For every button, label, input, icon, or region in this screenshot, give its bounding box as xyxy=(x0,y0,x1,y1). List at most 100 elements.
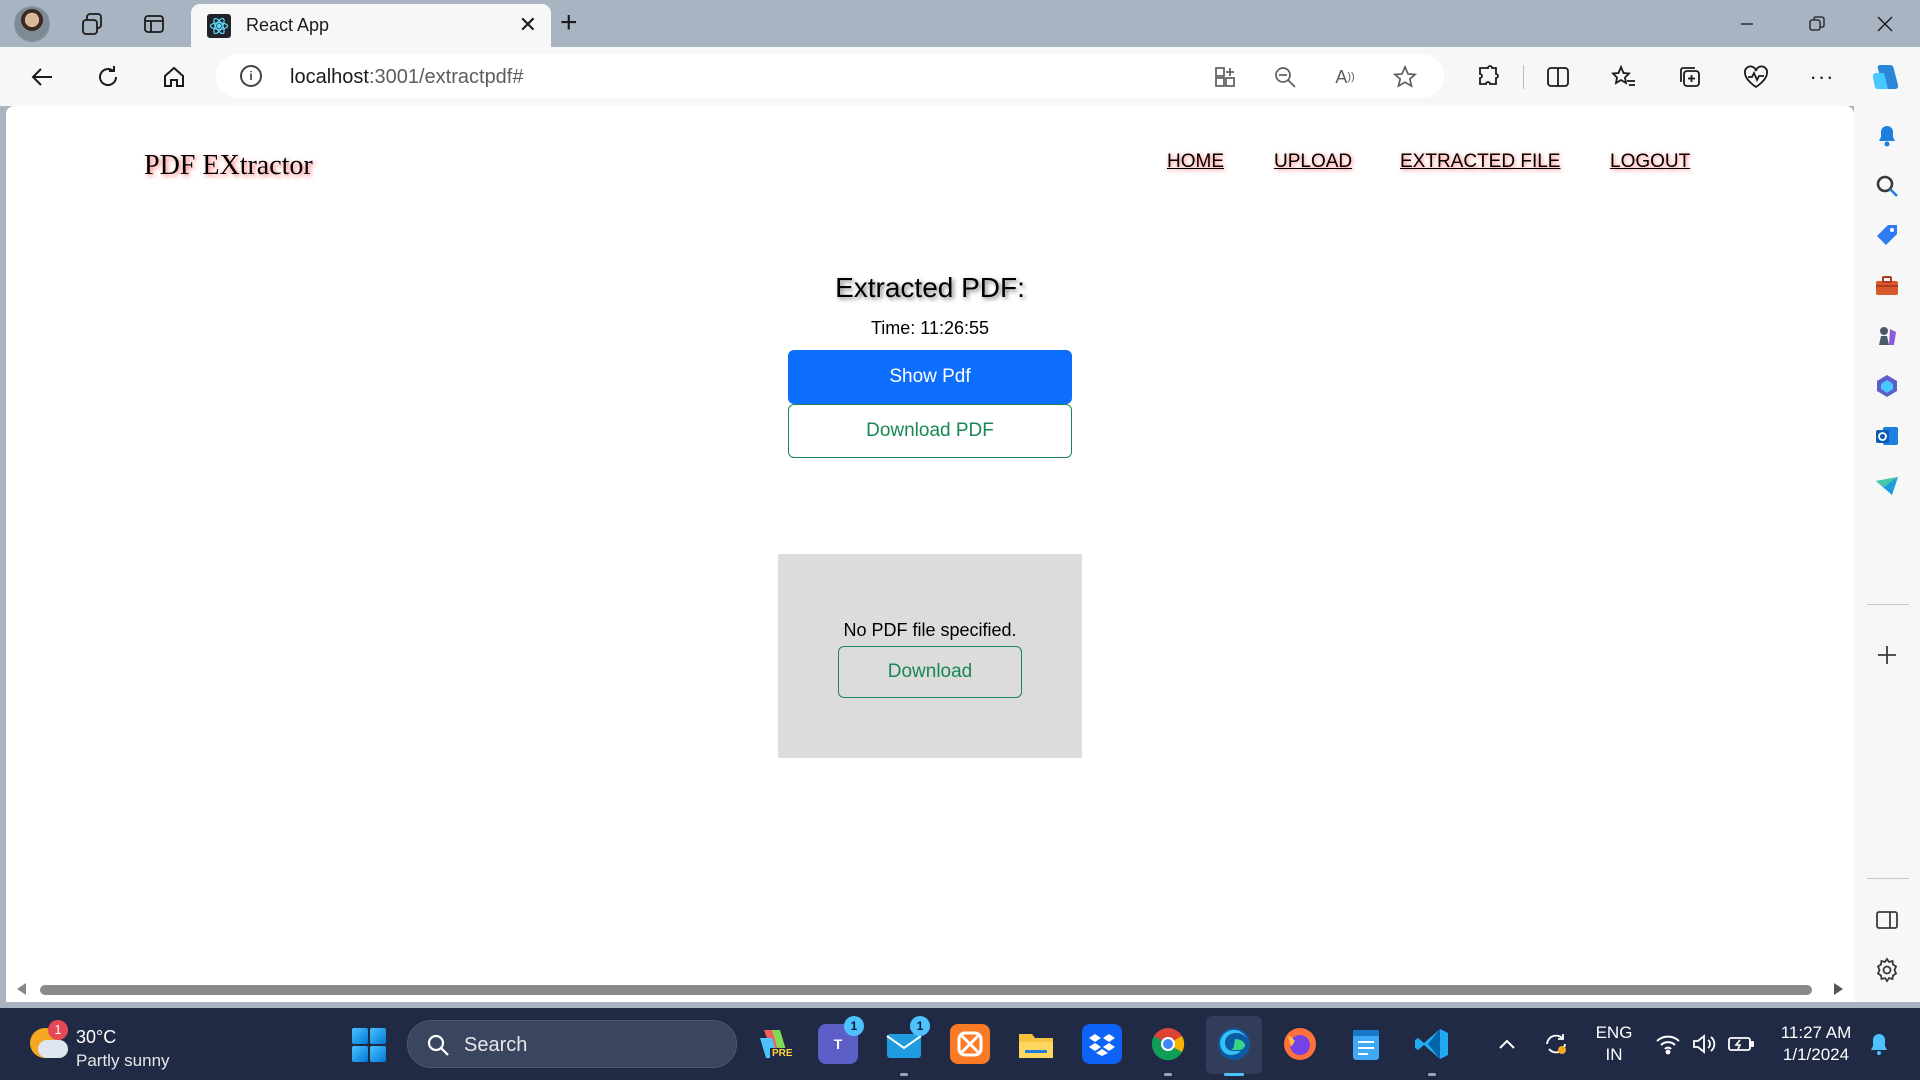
collections-icon[interactable] xyxy=(1670,57,1710,97)
extraction-time: Time: 11:26:55 xyxy=(870,318,990,338)
brand-logo[interactable]: PDF EXtractor xyxy=(144,150,313,182)
send-drop-icon[interactable] xyxy=(1873,472,1901,500)
battery-icon[interactable] xyxy=(1726,1008,1756,1080)
tab-react-app[interactable]: React App ✕ xyxy=(191,4,551,47)
download-button[interactable]: Download xyxy=(838,646,1022,698)
close-window-icon[interactable] xyxy=(1860,10,1910,38)
chrome-running-indicator xyxy=(1164,1073,1172,1076)
scroll-left-icon[interactable] xyxy=(17,983,26,995)
back-icon[interactable] xyxy=(22,57,62,97)
tab-actions-icon[interactable] xyxy=(134,8,174,40)
clock-time: 11:27 AM xyxy=(1780,1023,1852,1042)
nav-extracted-file-link[interactable]: EXTRACTED FILE xyxy=(1400,151,1560,173)
sidebar-settings-gear-icon[interactable] xyxy=(1873,956,1901,984)
restore-icon[interactable] xyxy=(1792,10,1842,38)
copilot-icon[interactable] xyxy=(1866,57,1906,97)
workspaces-icon[interactable] xyxy=(72,8,112,40)
chrome-icon[interactable] xyxy=(1148,1024,1188,1076)
extensions-icon[interactable] xyxy=(1468,57,1508,97)
nav-home-link[interactable]: HOME xyxy=(1167,151,1224,173)
start-button-windows-icon[interactable] xyxy=(352,1028,386,1062)
no-pdf-message: No PDF file specified. xyxy=(843,620,1017,640)
pdf-viewer-placeholder: No PDF file specified. Download xyxy=(778,554,1082,758)
minimize-icon[interactable] xyxy=(1722,10,1772,38)
app-available-icon[interactable] xyxy=(1210,62,1240,92)
dropbox-icon[interactable] xyxy=(1082,1024,1122,1064)
firefox-icon[interactable] xyxy=(1280,1024,1320,1064)
games-chess-icon[interactable] xyxy=(1873,322,1901,350)
split-screen-icon[interactable] xyxy=(1538,57,1578,97)
microsoft-365-icon[interactable] xyxy=(1873,372,1901,400)
favorite-star-icon[interactable] xyxy=(1390,62,1420,92)
teams-badge: 1 xyxy=(844,1016,864,1036)
show-hidden-icons-chevron-icon[interactable] xyxy=(1496,1008,1518,1080)
title-bar: React App ✕ + xyxy=(0,0,1920,47)
notification-bell-icon[interactable] xyxy=(1866,1008,1892,1080)
search-label: Search xyxy=(464,1034,528,1056)
read-aloud-icon[interactable]: A)) xyxy=(1330,62,1360,92)
shopping-tag-icon[interactable] xyxy=(1873,222,1901,250)
volume-icon[interactable] xyxy=(1690,1008,1718,1080)
tab-title: React App xyxy=(246,15,330,35)
download-pdf-button[interactable]: Download PDF xyxy=(788,404,1072,458)
wifi-icon[interactable] xyxy=(1654,1008,1682,1080)
add-sidebar-app-icon[interactable] xyxy=(1873,641,1901,669)
close-tab-icon[interactable]: ✕ xyxy=(519,14,537,36)
edge-icon[interactable] xyxy=(1214,1024,1254,1076)
more-options-icon[interactable]: ··· xyxy=(1802,57,1842,97)
url-text[interactable]: localhost:3001/extractpdf# xyxy=(290,66,524,89)
search-icon xyxy=(426,1033,450,1057)
toolbar-divider xyxy=(1523,65,1524,89)
refresh-icon[interactable] xyxy=(88,57,128,97)
new-tab-icon[interactable]: + xyxy=(560,6,578,40)
clock-date: 1/1/2024 xyxy=(1782,1045,1850,1064)
sidebar-divider xyxy=(1867,604,1909,605)
show-pdf-button[interactable]: Show Pdf xyxy=(788,350,1072,404)
cloud-icon xyxy=(38,1040,68,1058)
mail-running-indicator xyxy=(900,1073,908,1076)
favorites-icon[interactable] xyxy=(1604,57,1644,97)
address-bar[interactable]: i localhost:3001/extractpdf# A)) xyxy=(216,54,1444,98)
sync-status-icon[interactable] xyxy=(1540,1008,1572,1080)
mail-icon[interactable]: 1 xyxy=(884,1016,930,1076)
region-code: IN xyxy=(1605,1045,1623,1064)
hide-sidebar-icon[interactable] xyxy=(1873,906,1901,934)
home-icon[interactable] xyxy=(154,57,194,97)
weather-temperature: 30°C xyxy=(76,1027,117,1047)
file-explorer-icon[interactable] xyxy=(1016,1024,1056,1064)
edge-sidebar xyxy=(1854,106,1920,1002)
scroll-right-icon[interactable] xyxy=(1834,983,1843,995)
horizontal-scrollbar[interactable] xyxy=(6,978,1854,1002)
taskbar-search-box[interactable]: Search xyxy=(407,1020,737,1068)
outlook-icon[interactable] xyxy=(1873,422,1901,450)
language-code: ENG xyxy=(1595,1023,1633,1042)
profile-avatar[interactable] xyxy=(14,6,50,42)
page-viewport: PDF EXtractor HOME UPLOAD EXTRACTED FILE… xyxy=(6,106,1854,1002)
xampp-icon[interactable] xyxy=(950,1024,990,1064)
browser-toolbar: i localhost:3001/extractpdf# A)) ··· xyxy=(0,47,1920,106)
mail-badge: 1 xyxy=(910,1016,930,1036)
site-info-icon[interactable]: i xyxy=(240,65,262,87)
nav-upload-link[interactable]: UPLOAD xyxy=(1274,151,1352,173)
vscode-icon[interactable] xyxy=(1412,1024,1452,1076)
search-sidebar-icon[interactable] xyxy=(1873,172,1901,200)
nav-logout-link[interactable]: LOGOUT xyxy=(1610,151,1690,173)
sidebar-divider-bottom xyxy=(1867,878,1909,879)
copilot-pre-tag: PRE xyxy=(770,1048,795,1059)
teams-icon[interactable]: T 1 xyxy=(818,1016,864,1064)
language-indicator[interactable]: ENG IN xyxy=(1592,1022,1636,1066)
weather-badge: 1 xyxy=(48,1020,68,1040)
page-title: Extracted PDF: xyxy=(835,272,1025,303)
scrollbar-thumb[interactable] xyxy=(40,985,1812,995)
clock[interactable]: 11:27 AM 1/1/2024 xyxy=(1774,1022,1858,1066)
windows-taskbar: 1 30°C Partly sunny Search PRE T 1 1 ENG… xyxy=(0,1008,1920,1080)
browser-essentials-icon[interactable] xyxy=(1736,57,1776,97)
notifications-bell-icon[interactable] xyxy=(1873,122,1901,150)
zoom-out-icon[interactable] xyxy=(1270,62,1300,92)
tools-briefcase-icon[interactable] xyxy=(1873,272,1901,300)
react-logo-icon xyxy=(207,13,231,38)
weather-condition: Partly sunny xyxy=(76,1051,170,1070)
notepad-icon[interactable] xyxy=(1346,1024,1386,1064)
vscode-running-indicator xyxy=(1428,1073,1436,1076)
copilot-preview-icon[interactable]: PRE xyxy=(754,1024,795,1064)
